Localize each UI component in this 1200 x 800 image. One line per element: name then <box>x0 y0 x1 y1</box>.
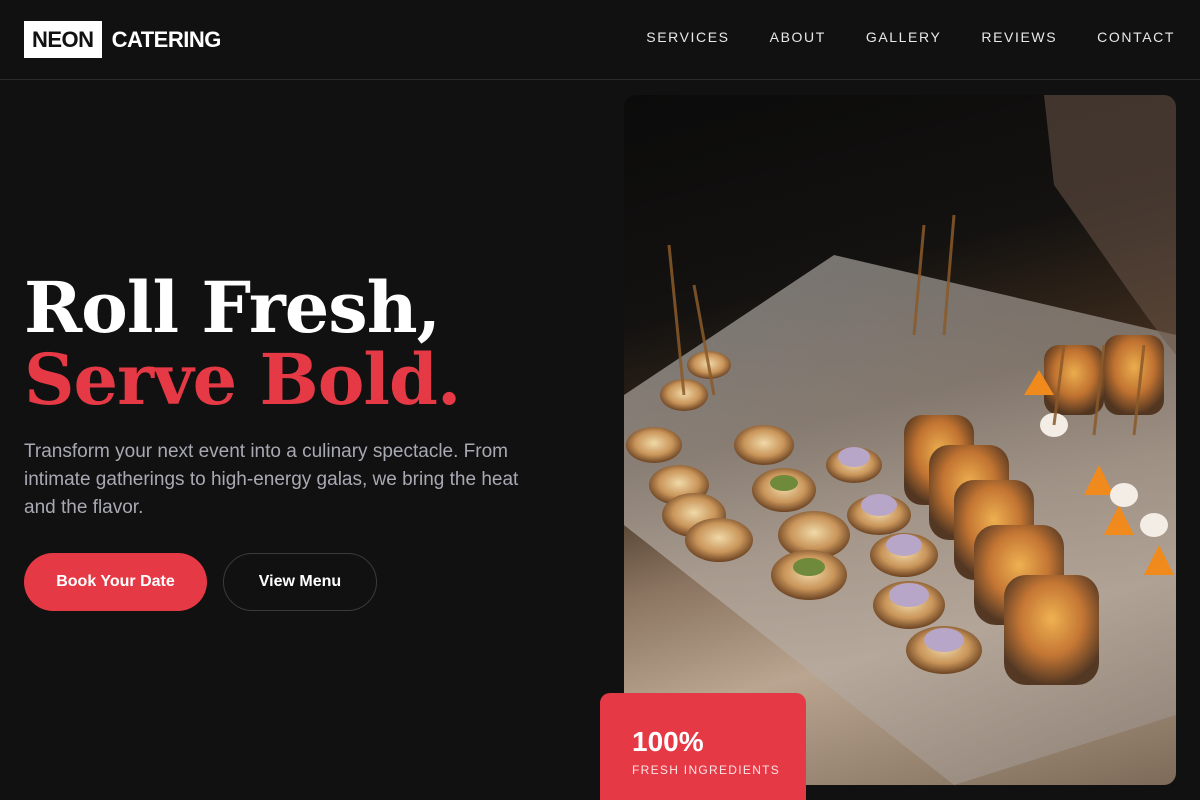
logo-text: CATERING <box>111 26 222 52</box>
book-date-button[interactable]: Book Your Date <box>24 553 207 611</box>
stat-value: 100% <box>632 726 704 757</box>
hero-subtext: Transform your next event into a culinar… <box>24 441 519 518</box>
nav-item-services[interactable]: SERVICES <box>646 29 729 45</box>
site-header: NEON CATERING SERVICES ABOUT GALLERY REV… <box>0 0 1200 80</box>
hero-headline: Roll Fresh, Serve Bold. <box>24 266 461 421</box>
nav-item-reviews[interactable]: REVIEWS <box>981 29 1057 45</box>
nav-item-contact[interactable]: CONTACT <box>1097 29 1175 45</box>
stat-badge: 100% FRESH INGREDIENTS <box>600 693 806 800</box>
view-menu-button[interactable]: View Menu <box>223 553 377 611</box>
logo-box: NEON <box>24 21 102 58</box>
stat-label: FRESH INGREDIENTS <box>632 763 781 777</box>
nav-item-gallery[interactable]: GALLERY <box>866 29 942 45</box>
headline-line-1: Roll Fresh, <box>24 266 441 349</box>
nav-item-about[interactable]: ABOUT <box>770 29 826 45</box>
food-platter-illustration <box>624 95 1176 785</box>
main-nav: SERVICES ABOUT GALLERY REVIEWS CONTACT <box>606 29 1175 45</box>
logo[interactable]: NEON CATERING <box>24 21 221 58</box>
hero-food-image <box>624 95 1176 785</box>
headline-line-2: Serve Bold. <box>24 338 461 421</box>
